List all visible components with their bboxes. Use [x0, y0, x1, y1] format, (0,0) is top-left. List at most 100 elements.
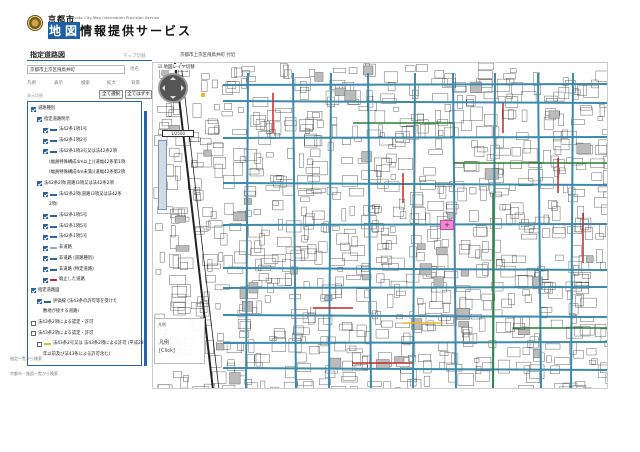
- map-lot: [431, 288, 437, 302]
- layer-checkbox[interactable]: [43, 267, 48, 272]
- layer-checkbox[interactable]: [43, 149, 48, 155]
- layer-checkbox[interactable]: [43, 245, 48, 251]
- map-hatched-block: [460, 269, 469, 277]
- map-lot: [475, 249, 481, 259]
- map-lot: [253, 112, 260, 125]
- map-lot: [406, 273, 420, 283]
- layer-checkbox[interactable]: [43, 224, 48, 230]
- zoom-slider[interactable]: [158, 140, 167, 210]
- section-tab-2[interactable]: 検索: [81, 80, 90, 86]
- layer-checkbox[interactable]: [43, 138, 48, 144]
- map-lot: [418, 354, 432, 362]
- map-switch-link[interactable]: マップ切替: [123, 53, 146, 59]
- map-lot: [249, 168, 264, 177]
- layer-checkbox[interactable]: [43, 256, 48, 262]
- map-lot: [508, 109, 514, 120]
- layer-checkbox[interactable]: [43, 127, 48, 133]
- map-lot: [261, 229, 270, 236]
- map-lot: [303, 281, 310, 288]
- section-tab-3[interactable]: 拡大: [107, 80, 116, 86]
- section-tab-0[interactable]: 凡例: [27, 80, 36, 86]
- map-hatched-block: [586, 255, 594, 263]
- map-lot: [438, 130, 444, 136]
- map-hatched-block: [518, 329, 530, 335]
- map-lot: [254, 240, 262, 253]
- layer-checkbox[interactable]: [37, 181, 42, 187]
- section-tab-4[interactable]: 背景: [131, 80, 140, 86]
- map-legend[interactable]: 凡例 凡例 [Click]: [154, 318, 205, 364]
- map-hatched-block: [216, 343, 225, 351]
- layer-checkbox[interactable]: [43, 277, 48, 283]
- section-tab-1[interactable]: 表示: [54, 80, 63, 86]
- map-lot: [498, 163, 504, 175]
- scrollbar-thumb[interactable]: [144, 111, 147, 366]
- search-list-link[interactable]: 指定一覧から検索: [10, 356, 42, 362]
- map-lot: [550, 319, 564, 329]
- pan-control[interactable]: [158, 73, 188, 103]
- map-lot: [266, 122, 272, 134]
- pan-left-icon[interactable]: [159, 85, 165, 91]
- map-road-blue: [222, 267, 607, 271]
- map-lot: [506, 93, 513, 99]
- map-lot: [595, 70, 607, 82]
- map-lot: [603, 155, 607, 169]
- map-layer-toggle[interactable]: ☑ 地図レイヤ切替: [156, 64, 197, 70]
- map-lot: [299, 153, 304, 168]
- layer-checkbox[interactable]: [31, 106, 36, 112]
- map-lot: [489, 217, 502, 229]
- map-lot: [260, 380, 266, 388]
- layer-checkbox[interactable]: [31, 320, 36, 326]
- map-lot: [601, 204, 607, 215]
- map-lot: [218, 252, 224, 262]
- map-lot: [170, 301, 186, 311]
- map-lot: [231, 67, 238, 78]
- address-input[interactable]: [27, 65, 125, 74]
- clear-all-button[interactable]: 全てはずす: [125, 90, 152, 99]
- map-lot: [316, 120, 324, 128]
- pan-right-icon[interactable]: [181, 85, 187, 91]
- layer-swatch-icon: [50, 225, 57, 228]
- map-lot: [597, 364, 607, 378]
- layer-checkbox[interactable]: [43, 213, 48, 219]
- map-lot: [201, 80, 208, 92]
- layer-checkbox[interactable]: [43, 234, 48, 240]
- map-road-blue: [367, 72, 372, 388]
- layer-scrollbar[interactable]: [141, 101, 152, 366]
- layer-checkbox[interactable]: [37, 117, 42, 123]
- pan-down-icon[interactable]: [170, 96, 176, 102]
- layer-label: 非道路: [59, 245, 72, 251]
- map-hatched-block: [548, 110, 560, 119]
- layer-label: 非道路 (特定道路): [59, 266, 94, 272]
- map-location-marker[interactable]: +: [440, 220, 454, 230]
- map-lot: [212, 371, 227, 384]
- layer-checkbox[interactable]: [43, 192, 48, 198]
- map-lot: [573, 89, 581, 95]
- map-lot: [434, 70, 444, 79]
- layer-checkbox[interactable]: [31, 331, 36, 337]
- map-lot: [233, 162, 243, 176]
- select-all-button[interactable]: 全て選択: [99, 90, 123, 99]
- map-lot: [394, 284, 400, 298]
- map-lot: [567, 226, 583, 234]
- map-lot: [304, 226, 309, 240]
- facility-list-link[interactable]: 京都市・施設一覧から検索: [10, 371, 58, 377]
- pan-up-icon[interactable]: [170, 74, 176, 80]
- map-lot: [423, 375, 431, 387]
- layer-checkbox[interactable]: [37, 341, 42, 347]
- map-lot: [457, 373, 474, 386]
- address-search-button[interactable]: 地名: [130, 66, 139, 72]
- map-lot: [460, 120, 472, 131]
- map-lot: [265, 152, 274, 158]
- map-lot: [481, 249, 493, 261]
- map-lot: [246, 354, 255, 369]
- layer-swatch-icon: [50, 268, 57, 271]
- layer-checkbox[interactable]: [31, 288, 36, 294]
- map-canvas[interactable]: [152, 62, 608, 389]
- map-lot: [509, 202, 524, 215]
- map-lot: [375, 311, 382, 325]
- layer-checkbox[interactable]: [37, 299, 42, 305]
- map-lot: [470, 106, 483, 121]
- map-lot: [309, 69, 315, 77]
- layer-swatch-icon: [50, 236, 57, 239]
- legend-click[interactable]: [Click]: [159, 348, 175, 354]
